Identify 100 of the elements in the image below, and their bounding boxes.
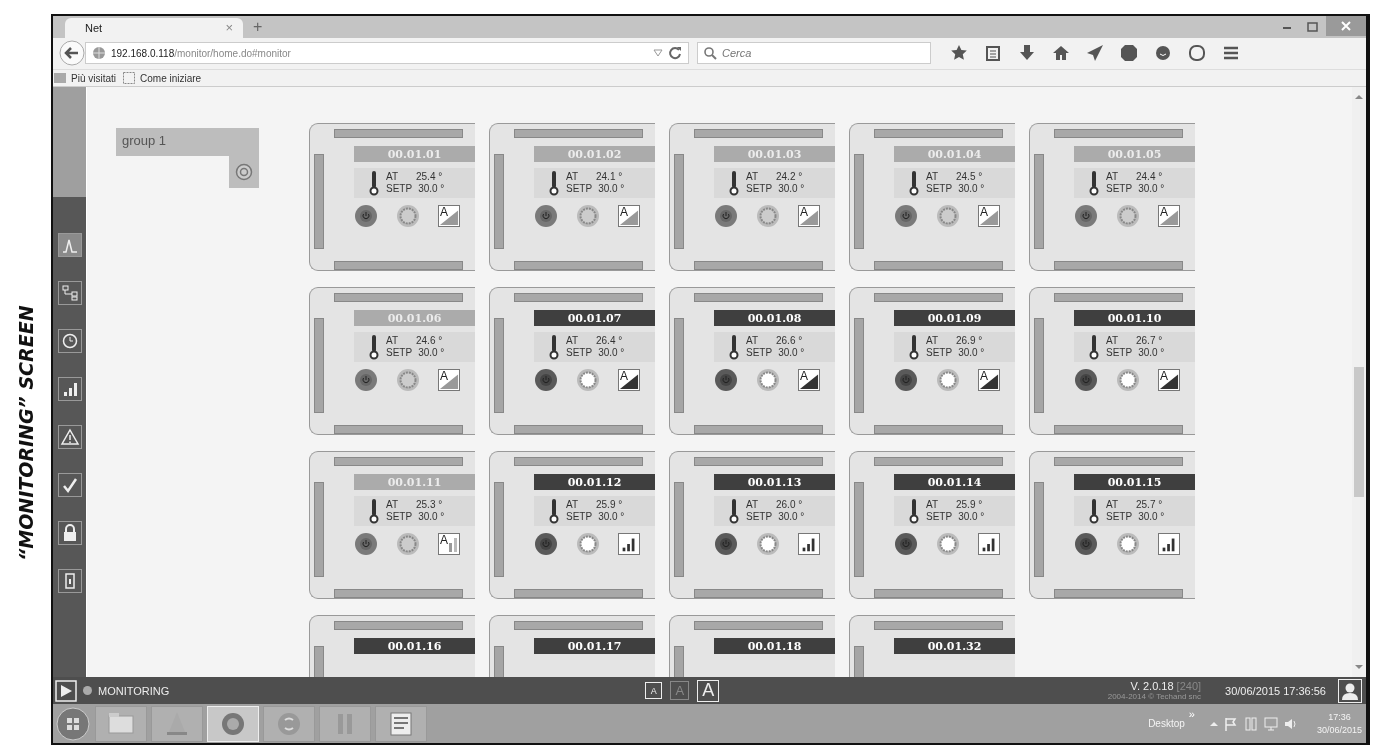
reading-value: 30.0 ° (958, 511, 985, 524)
reading-label: SETP (386, 511, 413, 524)
reading-value: 24.6 ° (416, 335, 443, 348)
device-id: 00.01.15 (1074, 474, 1195, 491)
device-card[interactable]: 00.01.17 (489, 615, 655, 678)
device-card[interactable]: 00.01.32 (849, 615, 1015, 678)
reading-label: AT (746, 171, 760, 184)
reading-value: 24.4 ° (1136, 171, 1163, 184)
reading-label: SETP (386, 347, 413, 360)
reading-value: 25.9 ° (596, 499, 623, 512)
reading-label: AT (386, 335, 400, 348)
reading-value: 30.0 ° (778, 183, 805, 196)
device-card[interactable]: 00.01.03 AT 24.2 ° SETP 30.0 ° A (669, 123, 835, 272)
mode-button[interactable]: A (618, 369, 640, 392)
mode-button[interactable]: A (798, 205, 820, 228)
reading-label: AT (566, 171, 580, 184)
device-card[interactable]: 00.01.14 AT 25.9 ° SETP 30.0 ° (849, 451, 1015, 600)
device-id: 00.01.04 (894, 146, 1015, 163)
device-card[interactable]: 00.01.16 (309, 615, 475, 678)
reading-label: AT (926, 499, 940, 512)
device-id: 00.01.17 (534, 638, 655, 655)
device-id: 00.01.09 (894, 310, 1015, 327)
reading-label: AT (1106, 335, 1120, 348)
browser-tab[interactable]: Net × (65, 17, 243, 38)
device-card[interactable]: 00.01.01 AT 25.4 ° SETP 30.0 ° A (309, 123, 475, 272)
device-card[interactable]: 00.01.08 AT 26.6 ° SETP 30.0 ° A (669, 287, 835, 436)
reading-label: SETP (1106, 183, 1133, 196)
reading-value: 30.0 ° (958, 347, 985, 360)
mode-button[interactable]: A (438, 205, 460, 228)
reading-label: SETP (566, 183, 593, 196)
device-id: 00.01.32 (894, 638, 1015, 655)
reading-value: 26.7 ° (1136, 335, 1163, 348)
reading-value: 30.0 ° (1138, 183, 1165, 196)
device-id: 00.01.10 (1074, 310, 1195, 327)
reading-label: SETP (926, 347, 953, 360)
device-id: 00.01.06 (354, 310, 475, 327)
reading-value: 30.0 ° (778, 347, 805, 360)
caption: “MONITORING” SCREEN (13, 304, 38, 564)
mode-button[interactable]: A (978, 205, 1000, 228)
font-size-button[interactable]: A (645, 682, 663, 700)
search-field[interactable]: Cerca (697, 42, 931, 65)
device-card[interactable]: 00.01.18 (669, 615, 835, 678)
mode-button[interactable]: A (978, 369, 1000, 392)
reading-label: SETP (746, 511, 773, 524)
device-card[interactable]: 00.01.12 AT 25.9 ° SETP 30.0 ° (489, 451, 655, 600)
mode-button[interactable]: A (1158, 205, 1180, 228)
reading-label: AT (386, 499, 400, 512)
mode-button[interactable]: A (1158, 369, 1180, 392)
mode-button[interactable]: A (438, 533, 460, 556)
device-card[interactable]: 00.01.05 AT 24.4 ° SETP 30.0 ° A (1029, 123, 1195, 272)
mode-button[interactable]: A (438, 369, 460, 392)
device-id: 00.01.01 (354, 146, 475, 163)
reading-value: 24.2 ° (776, 171, 803, 184)
device-card[interactable]: 00.01.07 AT 26.4 ° SETP 30.0 ° A (489, 287, 655, 436)
device-card[interactable]: 00.01.02 AT 24.1 ° SETP 30.0 ° A (489, 123, 655, 272)
mode-button[interactable]: A (798, 369, 820, 392)
device-id: 00.01.07 (534, 310, 655, 327)
device-id: 00.01.05 (1074, 146, 1195, 163)
reading-label: SETP (746, 347, 773, 360)
reading-label: SETP (746, 183, 773, 196)
reading-label: SETP (1106, 511, 1133, 524)
reading-value: 30.0 ° (958, 183, 985, 196)
reading-value: 25.9 ° (956, 499, 983, 512)
device-card[interactable]: 00.01.06 AT 24.6 ° SETP 30.0 ° A (309, 287, 475, 436)
bookmark[interactable]: Più visitati (53, 71, 116, 86)
group-label[interactable]: group 1 (116, 128, 259, 157)
date-time: 30/06/2015 17:36:56 (1225, 684, 1326, 697)
copyright-text: 2004-2014 © Techand snc (1107, 692, 1202, 702)
reading-value: 25.4 ° (416, 171, 443, 184)
reading-label: SETP (926, 183, 953, 196)
reading-label: AT (1106, 171, 1120, 184)
device-card[interactable]: 00.01.15 AT 25.7 ° SETP 30.0 ° (1029, 451, 1195, 600)
device-card[interactable]: 00.01.10 AT 26.7 ° SETP 30.0 ° A (1029, 287, 1195, 436)
reading-label: AT (926, 171, 940, 184)
reading-value: 30.0 ° (598, 511, 625, 524)
reading-value: 30.0 ° (778, 511, 805, 524)
reading-value: 26.0 ° (776, 499, 803, 512)
reading-label: AT (566, 499, 580, 512)
url-text[interactable]: 192.168.0.118/monitor/home.do#monitor (111, 47, 291, 59)
device-id: 00.01.16 (354, 638, 475, 655)
reading-value: 24.5 ° (956, 171, 983, 184)
device-id: 00.01.13 (714, 474, 835, 491)
reading-value: 25.3 ° (416, 499, 443, 512)
device-card[interactable]: 00.01.04 AT 24.5 ° SETP 30.0 ° A (849, 123, 1015, 272)
tab-title[interactable]: Net (85, 21, 103, 34)
device-card[interactable]: 00.01.09 AT 26.9 ° SETP 30.0 ° A (849, 287, 1015, 436)
reading-label: AT (386, 171, 400, 184)
font-size-button[interactable]: A (697, 679, 720, 702)
mode-button[interactable]: A (618, 205, 640, 228)
reading-label: SETP (1106, 347, 1133, 360)
reading-value: 26.4 ° (596, 335, 623, 348)
reading-value: 30.0 ° (1138, 347, 1165, 360)
device-card[interactable]: 00.01.11 AT 25.3 ° SETP 30.0 ° A (309, 451, 475, 600)
reading-value: 30.0 ° (418, 347, 445, 360)
address-field[interactable]: 192.168.0.118/monitor/home.do#monitor (85, 42, 689, 65)
bookmark[interactable]: Come iniziare (122, 71, 202, 86)
reading-value: 24.1 ° (596, 171, 623, 184)
reading-label: AT (746, 335, 760, 348)
device-card[interactable]: 00.01.13 AT 26.0 ° SETP 30.0 ° (669, 451, 835, 600)
device-id: 00.01.11 (354, 474, 475, 491)
